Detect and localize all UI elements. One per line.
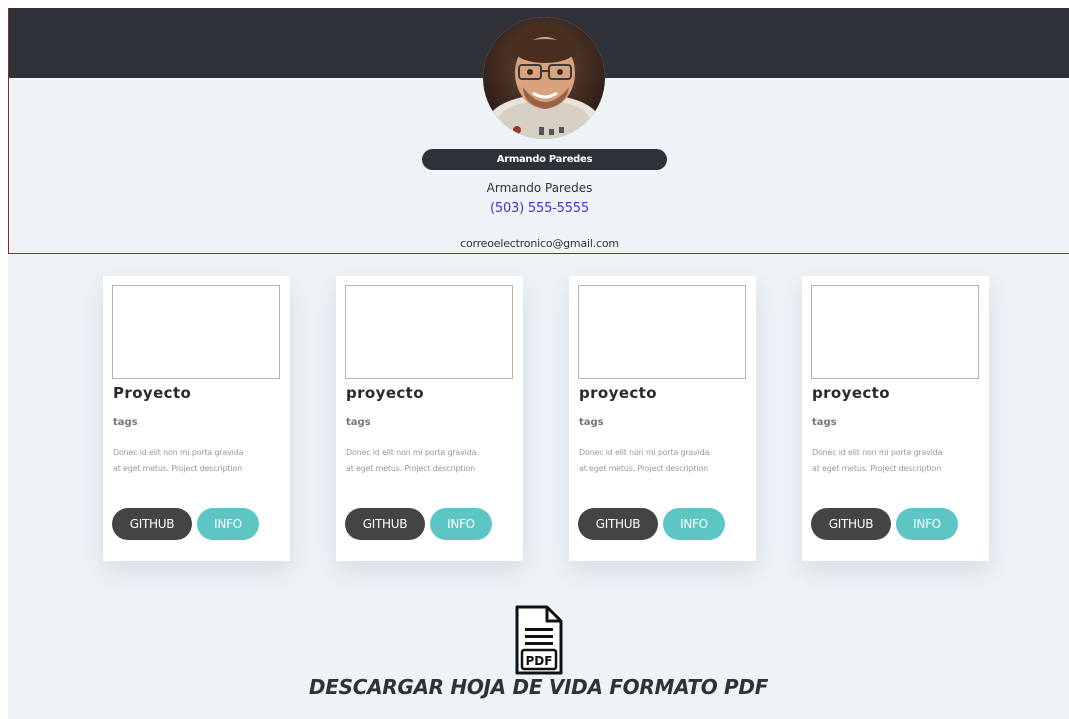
page: Armando Paredes Armando Paredes (503) 55… [8,8,1069,719]
info-button[interactable]: INFO [430,508,492,540]
profile-photo-icon [483,17,605,139]
project-tags: tags [812,417,837,428]
project-description: Donec id elit non mi porta gravida at eg… [113,448,244,473]
contact-phone-link[interactable]: (503) 555-5555 [9,201,1069,216]
info-button[interactable]: INFO [896,508,958,540]
project-card: proyecto tags Donec id elit non mi porta… [802,276,989,561]
project-description: Donec id elit non mi porta gravida at eg… [812,448,943,473]
project-image-placeholder [811,285,979,379]
project-title: proyecto [579,384,657,402]
profile-header: Armando Paredes Armando Paredes (503) 55… [8,8,1069,254]
project-image-placeholder [578,285,746,379]
project-tags: tags [579,417,604,428]
project-card: Proyecto tags Donec id elit non mi porta… [103,276,290,561]
project-title: Proyecto [113,384,192,402]
github-button[interactable]: GITHUB [112,508,192,540]
project-image-placeholder [112,285,280,379]
info-button[interactable]: INFO [663,508,725,540]
avatar [483,17,605,139]
project-card: proyecto tags Donec id elit non mi porta… [336,276,523,561]
contact-email[interactable]: correoelectronico@gmail.com [9,237,1069,250]
name-badge: Armando Paredes [422,149,667,170]
project-description: Donec id elit non mi porta gravida at eg… [346,448,477,473]
project-description: Donec id elit non mi porta gravida at eg… [579,448,710,473]
contact-name: Armando Paredes [486,181,593,195]
info-button[interactable]: INFO [197,508,259,540]
project-tags: tags [346,417,371,428]
pdf-icon-text: PDF [526,654,553,668]
project-title: proyecto [346,384,424,402]
github-button[interactable]: GITHUB [578,508,658,540]
github-button[interactable]: GITHUB [345,508,425,540]
github-button[interactable]: GITHUB [811,508,891,540]
project-tags: tags [113,417,138,428]
project-card: proyecto tags Donec id elit non mi porta… [569,276,756,561]
download-pdf-link[interactable]: DESCARGAR HOJA DE VIDA FORMATO PDF [8,675,1069,699]
project-image-placeholder [345,285,513,379]
pdf-file-icon[interactable]: PDF [513,604,565,676]
project-title: proyecto [812,384,890,402]
